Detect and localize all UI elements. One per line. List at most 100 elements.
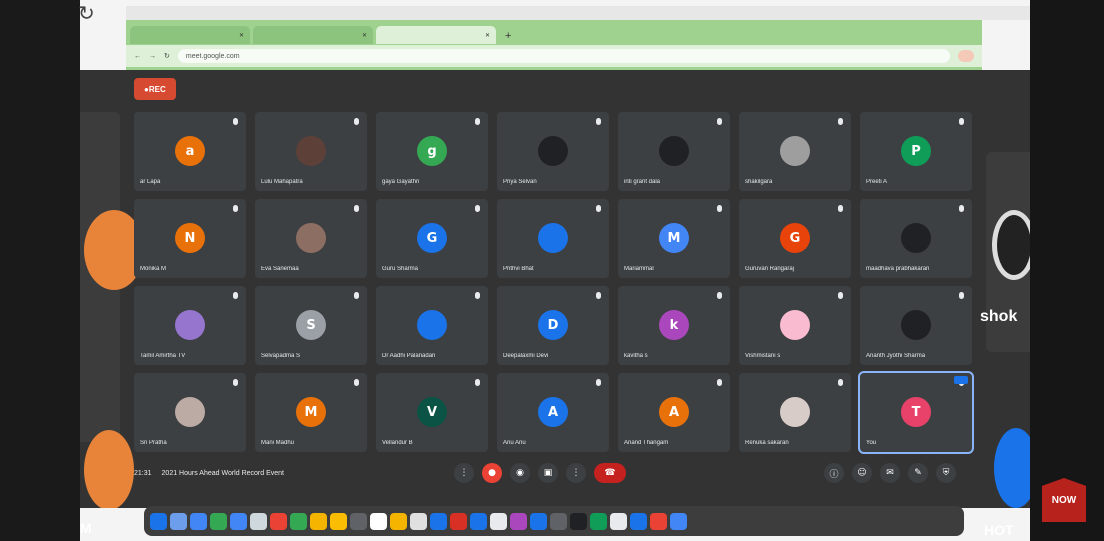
dock-app-icon[interactable] — [610, 512, 627, 530]
participant-tile[interactable]: maadhava prabhakaran — [860, 199, 972, 278]
avatar: S — [296, 310, 326, 340]
participant-tile[interactable]: inti grant dala — [618, 112, 730, 191]
participant-tile[interactable]: V Vellandur B — [376, 373, 488, 452]
participant-tile[interactable]: Tamil Amirtha TV — [134, 286, 246, 365]
participant-tile[interactable]: M Mariammal — [618, 199, 730, 278]
close-icon[interactable]: ✕ — [239, 32, 244, 39]
dock-app-icon[interactable] — [190, 512, 207, 530]
close-icon[interactable]: ✕ — [362, 32, 367, 39]
activities-icon[interactable]: ✎ — [908, 463, 928, 483]
right-controls: ⓘ ☺ ✉ ✎ ⛨ — [824, 463, 964, 483]
participant-name: Guru Sharma — [382, 266, 419, 272]
participant-tile[interactable]: a ar Lapa — [134, 112, 246, 191]
dock-app-icon[interactable] — [330, 512, 347, 530]
participant-tile[interactable]: G Guru Sharma — [376, 199, 488, 278]
participant-name: Tamil Amirtha TV — [140, 353, 186, 359]
participant-name: Ananth Jyothi Sharma — [866, 353, 926, 359]
dock-app-icon[interactable] — [250, 512, 267, 530]
dock-app-icon[interactable] — [390, 512, 407, 530]
host-controls-icon[interactable]: ⛨ — [936, 463, 956, 483]
participant-tile[interactable]: Eva Sanemaa — [255, 199, 367, 278]
present-button[interactable]: ▣ — [538, 463, 558, 483]
dock-app-icon[interactable] — [270, 512, 287, 530]
dock-app-icon[interactable] — [410, 512, 427, 530]
participant-name: Mariammal — [624, 266, 654, 272]
leave-call-button[interactable]: ☎ — [594, 463, 626, 483]
participant-tile[interactable]: Priya Selvan — [497, 112, 609, 191]
info-icon[interactable]: ⓘ — [824, 463, 844, 483]
participant-tile[interactable]: A Anu Anu — [497, 373, 609, 452]
back-icon[interactable]: ← — [134, 53, 141, 60]
participant-name: Preeti A — [866, 179, 888, 185]
mic-muted-icon — [717, 118, 722, 125]
avatar: M — [659, 223, 689, 253]
recording-badge: ● REC — [134, 78, 176, 100]
dock-app-icon[interactable] — [470, 512, 487, 530]
news-badge-label: NOW — [1051, 494, 1077, 506]
tab-meet[interactable]: ✕ — [376, 26, 496, 44]
dock-app-icon[interactable] — [430, 512, 447, 530]
tab-1[interactable]: ✕ — [130, 26, 250, 44]
participant-tile[interactable]: S Selvapadma S — [255, 286, 367, 365]
extension-button[interactable] — [958, 50, 974, 62]
participant-tile[interactable]: Ananth Jyothi Sharma — [860, 286, 972, 365]
more-button[interactable]: ⋮ — [566, 463, 586, 483]
dock-app-icon[interactable] — [230, 512, 247, 530]
people-icon[interactable]: ☺ — [852, 463, 872, 483]
participant-tile[interactable]: N Monika M — [134, 199, 246, 278]
dock-app-icon[interactable] — [150, 512, 167, 530]
dock-app-icon[interactable] — [570, 512, 587, 530]
mic-muted-icon — [959, 205, 964, 212]
participant-tile[interactable]: P Preeti A — [860, 112, 972, 191]
participant-tile[interactable]: Sri Pratha — [134, 373, 246, 452]
dock-app-icon[interactable] — [210, 512, 227, 530]
dock-app-icon[interactable] — [670, 512, 687, 530]
tab-2[interactable]: ✕ — [253, 26, 373, 44]
chat-icon[interactable]: ✉ — [880, 463, 900, 483]
url-text: meet.google.com — [185, 52, 240, 60]
camera-button[interactable]: ◉ — [510, 463, 530, 483]
participant-tile[interactable]: Dr Aadhi Palanadan — [376, 286, 488, 365]
dock-app-icon[interactable] — [290, 512, 307, 530]
close-icon[interactable]: ✕ — [485, 32, 490, 39]
dock-app-icon[interactable] — [370, 512, 387, 530]
participant-tile[interactable]: g gaya Gayathri — [376, 112, 488, 191]
mic-muted-icon — [838, 379, 843, 386]
dock-app-icon[interactable] — [590, 512, 607, 530]
pin-icon[interactable] — [954, 376, 968, 384]
reload-icon[interactable]: ↻ — [78, 2, 100, 24]
dock-app-icon[interactable] — [510, 512, 527, 530]
mic-muted-icon — [354, 118, 359, 125]
participant-tile[interactable]: D Deepalaxmi Devi — [497, 286, 609, 365]
dock-app-icon[interactable] — [170, 512, 187, 530]
forward-icon[interactable]: → — [149, 53, 156, 60]
dock-app-icon[interactable] — [650, 512, 667, 530]
participant-tile[interactable]: Vishmistani s — [739, 286, 851, 365]
participant-tile[interactable]: A Anand Thangam — [618, 373, 730, 452]
mic-muted-icon — [959, 292, 964, 299]
dock-app-icon[interactable] — [530, 512, 547, 530]
url-input[interactable]: meet.google.com — [177, 49, 950, 63]
participant-name: Sri Pratha — [140, 440, 167, 446]
more-options-icon[interactable]: ⋮ — [454, 463, 474, 483]
participant-tile[interactable]: k kavitha s — [618, 286, 730, 365]
participant-tile[interactable]: Renuka sakaran — [739, 373, 851, 452]
participant-tile[interactable]: M Mani Madhu — [255, 373, 367, 452]
participant-tile[interactable]: shakilgara — [739, 112, 851, 191]
participant-tile[interactable]: Lulu Mahapatra — [255, 112, 367, 191]
dock-app-icon[interactable] — [490, 512, 507, 530]
participant-tile[interactable]: T You — [858, 371, 974, 454]
mac-dock — [144, 506, 964, 536]
dock-app-icon[interactable] — [630, 512, 647, 530]
dock-app-icon[interactable] — [350, 512, 367, 530]
dock-app-icon[interactable] — [550, 512, 567, 530]
avatar — [538, 223, 568, 253]
participant-tile[interactable]: Prithvi Bhat — [497, 199, 609, 278]
new-tab-button[interactable]: + — [499, 30, 517, 44]
participant-tile[interactable]: G Guruvan Rangaraj — [739, 199, 851, 278]
refresh-icon[interactable]: ↻ — [164, 52, 170, 60]
mic-off-button[interactable]: ● — [482, 463, 502, 483]
dock-app-icon[interactable] — [310, 512, 327, 530]
address-bar-row: ← → ↻ meet.google.com — [126, 45, 982, 67]
dock-app-icon[interactable] — [450, 512, 467, 530]
